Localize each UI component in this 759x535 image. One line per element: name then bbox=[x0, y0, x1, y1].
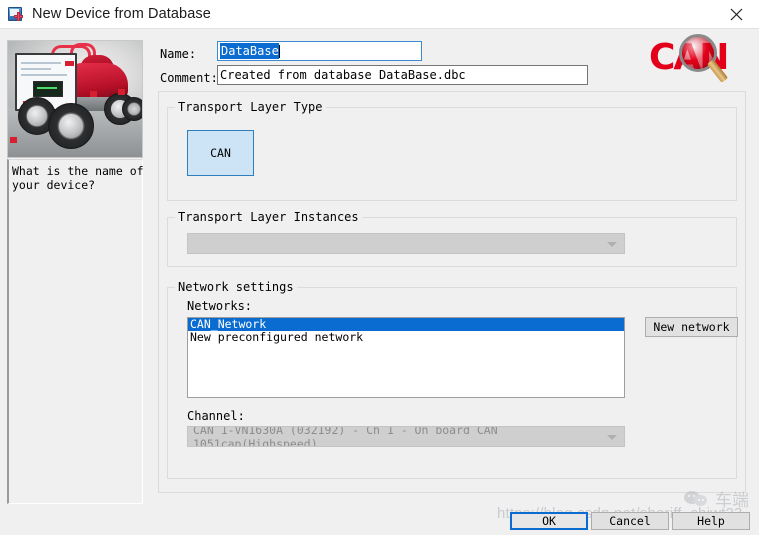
transport-layer-type-group: Transport Layer Type CAN bbox=[167, 100, 737, 201]
transport-layer-instances-group: Transport Layer Instances bbox=[167, 210, 737, 267]
new-device-dialog: New Device from Database What is the nam… bbox=[0, 0, 759, 535]
ok-label: OK bbox=[542, 514, 556, 528]
new-network-button[interactable]: New network bbox=[645, 317, 738, 337]
cancel-label: Cancel bbox=[609, 514, 651, 528]
help-text: What is the name of your device? bbox=[12, 164, 144, 192]
help-button[interactable]: Help bbox=[672, 512, 750, 530]
help-panel: What is the name of your device? bbox=[7, 159, 144, 504]
chevron-down-icon bbox=[607, 241, 617, 247]
ok-button[interactable]: OK bbox=[510, 512, 588, 530]
left-panel: What is the name of your device? bbox=[0, 29, 150, 535]
close-button[interactable] bbox=[713, 0, 759, 29]
name-label: Name: bbox=[160, 47, 197, 61]
channel-label: Channel: bbox=[187, 409, 245, 423]
networks-label: Networks: bbox=[187, 299, 253, 313]
cancel-button[interactable]: Cancel bbox=[591, 512, 669, 530]
help-label: Help bbox=[697, 514, 725, 528]
transport-layer-type-legend: Transport Layer Type bbox=[175, 100, 326, 114]
transport-type-can-button[interactable]: CAN bbox=[187, 130, 254, 176]
transport-layer-instances-dropdown[interactable] bbox=[187, 233, 625, 254]
settings-container: Transport Layer Type CAN Transport Layer… bbox=[158, 91, 746, 493]
networks-listbox[interactable]: CAN_Network New preconfigured network bbox=[187, 317, 625, 398]
network-settings-group: Network settings Networks: CAN_Network N… bbox=[167, 280, 738, 479]
network-settings-legend: Network settings bbox=[175, 280, 297, 294]
comment-label: Comment: bbox=[160, 71, 218, 85]
can-logo: CAN bbox=[649, 32, 747, 90]
transport-layer-instances-legend: Transport Layer Instances bbox=[175, 210, 362, 224]
new-device-icon bbox=[8, 6, 24, 22]
comment-input[interactable]: Created from database DataBase.dbc bbox=[217, 65, 588, 85]
channel-dropdown[interactable]: CAN 1-VN1630A (032192) - Ch 1 - On board… bbox=[187, 426, 625, 447]
name-input[interactable]: DataBase bbox=[217, 41, 422, 61]
text-caret bbox=[278, 44, 280, 58]
product-thumbnail bbox=[7, 40, 143, 158]
window-title: New Device from Database bbox=[32, 6, 211, 22]
comment-input-value: Created from database DataBase.dbc bbox=[220, 68, 466, 82]
name-input-value: DataBase bbox=[220, 43, 279, 59]
title-bar: New Device from Database bbox=[0, 0, 759, 29]
channel-value: CAN 1-VN1630A (032192) - Ch 1 - On board… bbox=[193, 426, 498, 447]
chevron-down-icon bbox=[607, 434, 617, 440]
new-network-label: New network bbox=[653, 320, 730, 334]
list-item[interactable]: New preconfigured network bbox=[188, 331, 624, 344]
close-icon bbox=[730, 8, 742, 21]
main-content: CAN Name: DataBase Comment: Created from… bbox=[150, 29, 759, 535]
transport-type-can-label: CAN bbox=[210, 146, 231, 160]
